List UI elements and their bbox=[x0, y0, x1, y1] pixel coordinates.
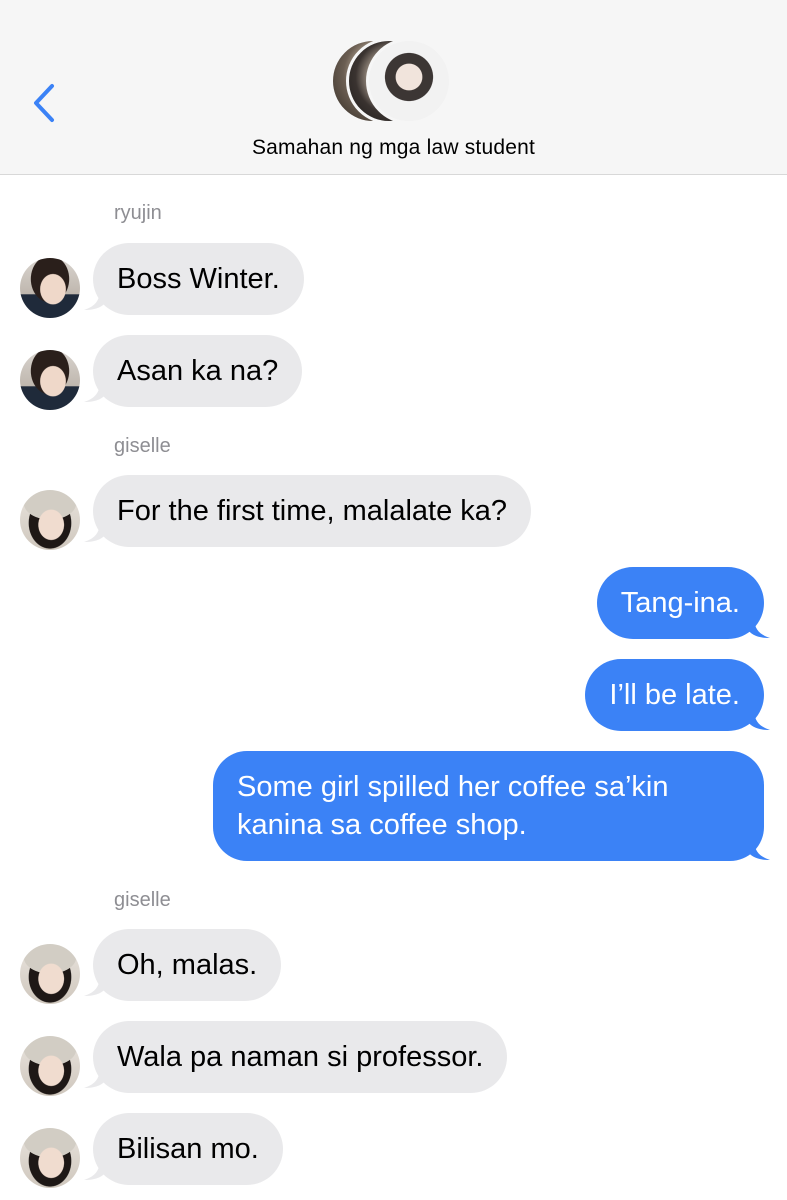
sender-name: ryujin bbox=[114, 202, 162, 224]
avatar bbox=[20, 944, 80, 1004]
conversation-header: Samahan ng mga law student bbox=[0, 0, 787, 175]
message-bubble[interactable]: Tang-ina. bbox=[596, 567, 764, 639]
avatar bbox=[20, 1128, 80, 1188]
message-bubble[interactable]: For the first time, malalate ka? bbox=[93, 475, 532, 547]
avatar bbox=[20, 1036, 80, 1096]
avatar bbox=[20, 350, 80, 410]
group-avatar-stack[interactable] bbox=[330, 38, 460, 124]
message-bubble[interactable]: Boss Winter. bbox=[93, 243, 304, 315]
message-bubble[interactable]: Oh, malas. bbox=[93, 929, 282, 1001]
avatar bbox=[366, 38, 452, 124]
avatar bbox=[20, 490, 80, 550]
sender-name: giselle bbox=[114, 435, 171, 457]
message-bubble[interactable]: Some girl spilled her coffee sa’kin kani… bbox=[213, 751, 764, 861]
sender-name: giselle bbox=[114, 889, 171, 911]
chevron-left-icon bbox=[34, 84, 54, 122]
message-bubble[interactable]: I’ll be late. bbox=[585, 659, 764, 731]
message-bubble[interactable]: Bilisan mo. bbox=[93, 1113, 283, 1185]
avatar bbox=[20, 258, 80, 318]
back-button[interactable] bbox=[28, 78, 64, 128]
message-bubble[interactable]: Wala pa naman si professor. bbox=[93, 1021, 508, 1093]
conversation-title[interactable]: Samahan ng mga law student bbox=[0, 136, 787, 160]
message-bubble[interactable]: Asan ka na? bbox=[93, 335, 303, 407]
